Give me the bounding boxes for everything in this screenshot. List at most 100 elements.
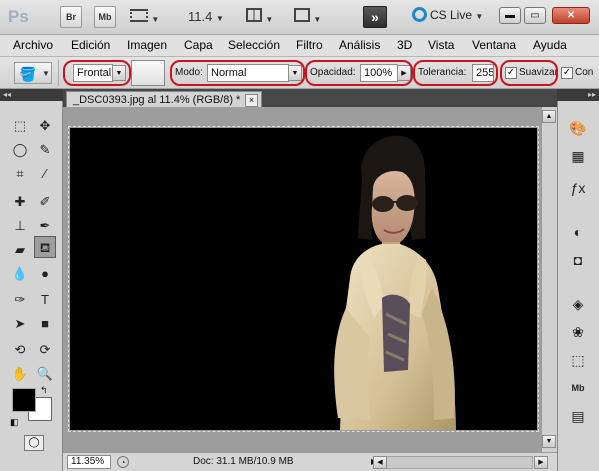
status-bar: 11.35% ◔ Doc: 31.1 MB/10.9 MB ▶ ◀ ▶ <box>63 452 557 471</box>
lasso-tool-icon[interactable]: ◯ <box>9 139 31 161</box>
pen-tool-icon[interactable]: ✑ <box>9 289 31 311</box>
chevron-down-icon: ▼ <box>265 15 274 24</box>
quick-selection-tool-icon[interactable]: ✎ <box>34 139 56 161</box>
history-panel-icon[interactable]: ▤ <box>566 405 590 427</box>
chevron-down-icon: ▼ <box>313 15 322 24</box>
eraser-tool-icon[interactable]: ▰ <box>9 239 31 261</box>
default-colors-icon[interactable]: ◧ <box>10 417 19 428</box>
pattern-picker[interactable] <box>131 60 165 86</box>
highlight-ring <box>413 60 498 86</box>
layers-panel-icon[interactable]: ◈ <box>566 293 590 315</box>
toolbox-panel: ⬚ ✥ ◯ ✎ ⌗ ⁄ ✚ ✐ ⊥ ✒ ▰ ⛾ 💧 ● ✑ T ➤ ■ ⟲ ⟳ … <box>0 101 63 471</box>
3d-orbit-tool-icon[interactable]: ⟳ <box>34 339 56 361</box>
zoom-level-dropdown[interactable]: 11.4 ▼ <box>188 9 224 24</box>
type-tool-icon[interactable]: T <box>34 289 56 311</box>
document-size-info: Doc: 31.1 MB/10.9 MB <box>193 456 294 467</box>
rectangle-tool-icon[interactable]: ■ <box>34 313 56 335</box>
swatches-panel-icon[interactable]: ▦ <box>566 145 590 167</box>
adjustments-panel-icon[interactable]: ◐ <box>566 221 590 243</box>
channels-panel-icon[interactable]: ❀ <box>566 321 590 343</box>
brush-tool-icon[interactable]: ✐ <box>34 191 56 213</box>
bridge-button[interactable]: Br <box>60 6 82 28</box>
styles-panel-icon[interactable]: ƒx <box>566 177 590 199</box>
foreground-color-swatch[interactable] <box>12 388 36 412</box>
chevron-down-icon: ▼ <box>475 12 484 21</box>
highlight-ring <box>63 60 131 86</box>
hand-tool-icon[interactable]: ✋ <box>9 363 31 385</box>
3d-rotate-tool-icon[interactable]: ⟲ <box>9 339 31 361</box>
mini-bridge-button[interactable]: Mb <box>94 6 116 28</box>
dodge-tool-icon[interactable]: ● <box>34 263 56 285</box>
scroll-down-button[interactable]: ▼ <box>542 435 556 448</box>
eyedropper-tool-icon[interactable]: ⁄ <box>34 163 56 185</box>
menu-3d[interactable]: 3D <box>397 38 412 52</box>
masks-panel-icon[interactable]: ◘ <box>566 249 590 271</box>
menu-ayuda[interactable]: Ayuda <box>533 38 567 52</box>
clone-stamp-tool-icon[interactable]: ⊥ <box>9 215 31 237</box>
marquee-tool-icon[interactable]: ⬚ <box>9 115 31 137</box>
zoom-input[interactable]: 11.35% <box>67 455 111 469</box>
cs-live-dropdown[interactable]: CS Live ▼ <box>412 7 483 27</box>
screen-mode-icon <box>294 8 310 22</box>
menu-archivo[interactable]: Archivo <box>13 38 53 52</box>
cs-live-label: CS Live <box>430 8 473 22</box>
paint-bucket-tool-icon[interactable]: ⛾ <box>34 236 56 258</box>
image-canvas[interactable] <box>68 126 539 432</box>
swap-colors-icon[interactable]: ↰ <box>40 385 48 396</box>
application-bar: Ps Br Mb ▼ 11.4 ▼ ▼ ▼ » CS Live ▼ ▬ ▭ ✕ <box>0 0 599 35</box>
chevron-down-icon: ▼ <box>215 14 224 23</box>
minimize-button[interactable]: ▬ <box>499 7 521 24</box>
close-button[interactable]: ✕ <box>552 7 590 24</box>
dock-header[interactable]: ▸▸ <box>557 89 599 101</box>
panel-dock: 🎨 ▦ ƒx ◐ ◘ ◈ ❀ ⬚ Mb ▤ <box>557 101 599 471</box>
cs-live-icon <box>412 7 427 22</box>
film-strip-icon <box>130 9 148 22</box>
chevron-down-icon: ▼ <box>151 15 160 24</box>
photo-woman-in-jacket <box>334 135 456 430</box>
contiguous-checkbox[interactable]: ✓ <box>561 67 573 79</box>
color-panel-icon[interactable]: 🎨 <box>566 117 590 139</box>
menu-filtro[interactable]: Filtro <box>296 38 323 52</box>
scroll-left-button[interactable]: ◀ <box>373 456 387 469</box>
maximize-button[interactable]: ▭ <box>524 7 546 24</box>
menu-imagen[interactable]: Imagen <box>127 38 167 52</box>
arrange-documents-dropdown[interactable]: ▼ <box>246 8 280 26</box>
menu-analisis[interactable]: Análisis <box>339 38 380 52</box>
history-brush-tool-icon[interactable]: ✒ <box>34 215 56 237</box>
contiguous-label: Con <box>575 67 594 78</box>
move-tool-icon[interactable]: ✥ <box>34 115 56 137</box>
vertical-scrollbar[interactable]: ▲ ▼ <box>541 107 557 452</box>
blur-tool-icon[interactable]: 💧 <box>9 263 31 285</box>
menu-ventana[interactable]: Ventana <box>472 38 516 52</box>
view-extras-dropdown[interactable]: ▼ <box>130 9 164 26</box>
toolbox-header[interactable]: ◂◂ <box>0 89 63 101</box>
scroll-up-button[interactable]: ▲ <box>542 110 556 123</box>
screen-mode-dropdown[interactable]: ▼ <box>294 8 328 26</box>
status-info-icon[interactable]: ◔ <box>117 456 129 468</box>
paint-bucket-icon: 🪣 <box>19 66 37 82</box>
document-title: _DSC0393.jpg al 11.4% (RGB/8) * <box>73 94 241 106</box>
mini-bridge-panel-icon[interactable]: Mb <box>566 377 590 399</box>
menu-seleccion[interactable]: Selección <box>228 38 280 52</box>
crop-tool-icon[interactable]: ⌗ <box>9 163 31 185</box>
paths-panel-icon[interactable]: ⬚ <box>566 349 590 371</box>
zoom-tool-icon[interactable]: 🔍 <box>34 363 56 385</box>
document-tab[interactable]: _DSC0393.jpg al 11.4% (RGB/8) * × <box>66 91 262 108</box>
highlight-ring <box>170 60 305 86</box>
path-selection-tool-icon[interactable]: ➤ <box>9 313 31 335</box>
tool-preset-picker[interactable]: 🪣 ▼ <box>14 62 52 84</box>
scroll-right-button[interactable]: ▶ <box>534 456 548 469</box>
workspace-switcher-button[interactable]: » <box>363 6 387 28</box>
horizontal-scrollbar[interactable] <box>385 456 533 469</box>
quick-mask-button[interactable]: ◯ <box>24 435 44 451</box>
menu-edicion[interactable]: Edición <box>71 38 110 52</box>
photoshop-logo: Ps <box>8 7 29 26</box>
chevron-down-icon: ▼ <box>42 69 50 78</box>
highlight-ring <box>500 60 558 86</box>
menu-bar: Archivo Edición Imagen Capa Selección Fi… <box>0 35 599 57</box>
menu-capa[interactable]: Capa <box>184 38 213 52</box>
close-tab-icon[interactable]: × <box>245 94 258 107</box>
healing-brush-tool-icon[interactable]: ✚ <box>9 191 31 213</box>
zoom-level-value: 11.4 <box>188 9 213 24</box>
menu-vista[interactable]: Vista <box>428 38 454 52</box>
